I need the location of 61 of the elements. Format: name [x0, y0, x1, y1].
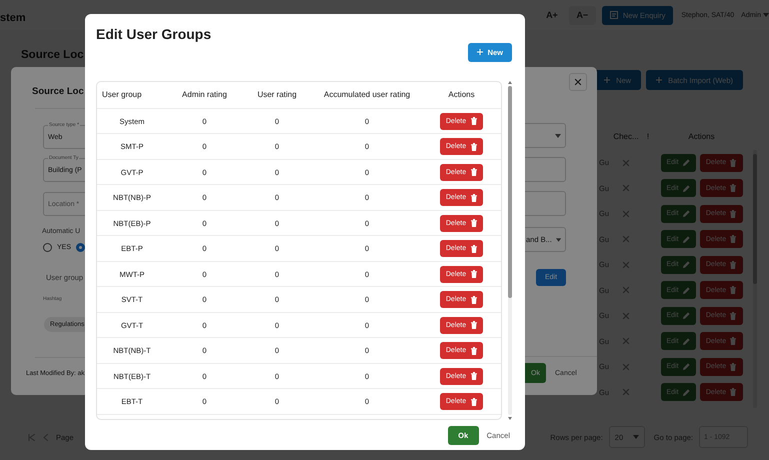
scrollbar[interactable] — [507, 80, 512, 420]
column-header: Admin rating — [181, 90, 228, 100]
column-header: User rating — [256, 90, 298, 100]
plus-icon — [604, 77, 610, 83]
previous-page-icon — [43, 434, 48, 440]
pencil-icon — [682, 236, 690, 243]
column-header: Chec... — [612, 132, 640, 141]
dialog-title: Source Loc — [32, 85, 84, 99]
trash-icon — [730, 184, 736, 192]
pencil-icon — [682, 261, 690, 268]
form-icon — [610, 11, 618, 19]
trash-icon — [730, 235, 736, 244]
trash-icon — [471, 168, 478, 176]
column-header: ! — [646, 132, 650, 141]
trash-icon — [730, 158, 736, 167]
column-header: Actions — [447, 90, 476, 100]
column-header: Actions — [687, 132, 716, 141]
page-title: Source Loc — [21, 48, 84, 62]
trash-icon — [471, 194, 478, 202]
trash-icon — [730, 337, 736, 346]
trash-icon — [471, 296, 478, 304]
down-arrow-icon — [508, 417, 512, 420]
caret-icon — [763, 13, 769, 17]
trash-icon — [471, 346, 478, 355]
pencil-icon — [682, 286, 690, 294]
trash-icon — [471, 321, 478, 330]
dialog-title: Edit User Groups — [96, 25, 212, 44]
trash-icon — [471, 270, 478, 278]
font-increase-button[interactable]: A+ — [546, 10, 558, 20]
caret-icon — [556, 238, 561, 242]
plus-icon — [476, 49, 483, 56]
trash-icon — [730, 260, 736, 269]
pencil-icon — [682, 338, 690, 345]
pencil-icon — [682, 388, 690, 396]
trash-icon — [471, 398, 478, 406]
pencil-icon — [682, 159, 690, 166]
trash-icon — [471, 219, 478, 228]
column-header: Accumulated user rating — [322, 90, 412, 100]
trash-icon — [730, 286, 736, 294]
app-title: stem — [0, 11, 26, 24]
trash-icon — [730, 312, 736, 320]
plus-icon — [656, 77, 662, 83]
trash-icon — [730, 388, 736, 396]
pencil-icon — [682, 210, 690, 218]
radio-button[interactable] — [43, 242, 52, 252]
caret-icon — [555, 134, 561, 138]
trash-icon — [730, 210, 736, 218]
trash-icon — [471, 142, 478, 151]
up-arrow-icon — [508, 80, 512, 84]
trash-icon — [471, 372, 478, 380]
column-header: User group — [101, 90, 143, 100]
pencil-icon — [682, 363, 690, 370]
trash-icon — [730, 362, 736, 371]
first-page-icon — [28, 434, 35, 440]
caret-icon — [632, 435, 639, 439]
pencil-icon — [682, 184, 690, 192]
close-button[interactable] — [569, 73, 587, 91]
pencil-icon — [682, 312, 690, 320]
x-icon — [574, 78, 582, 86]
trash-icon — [471, 117, 478, 126]
trash-icon — [471, 244, 478, 253]
